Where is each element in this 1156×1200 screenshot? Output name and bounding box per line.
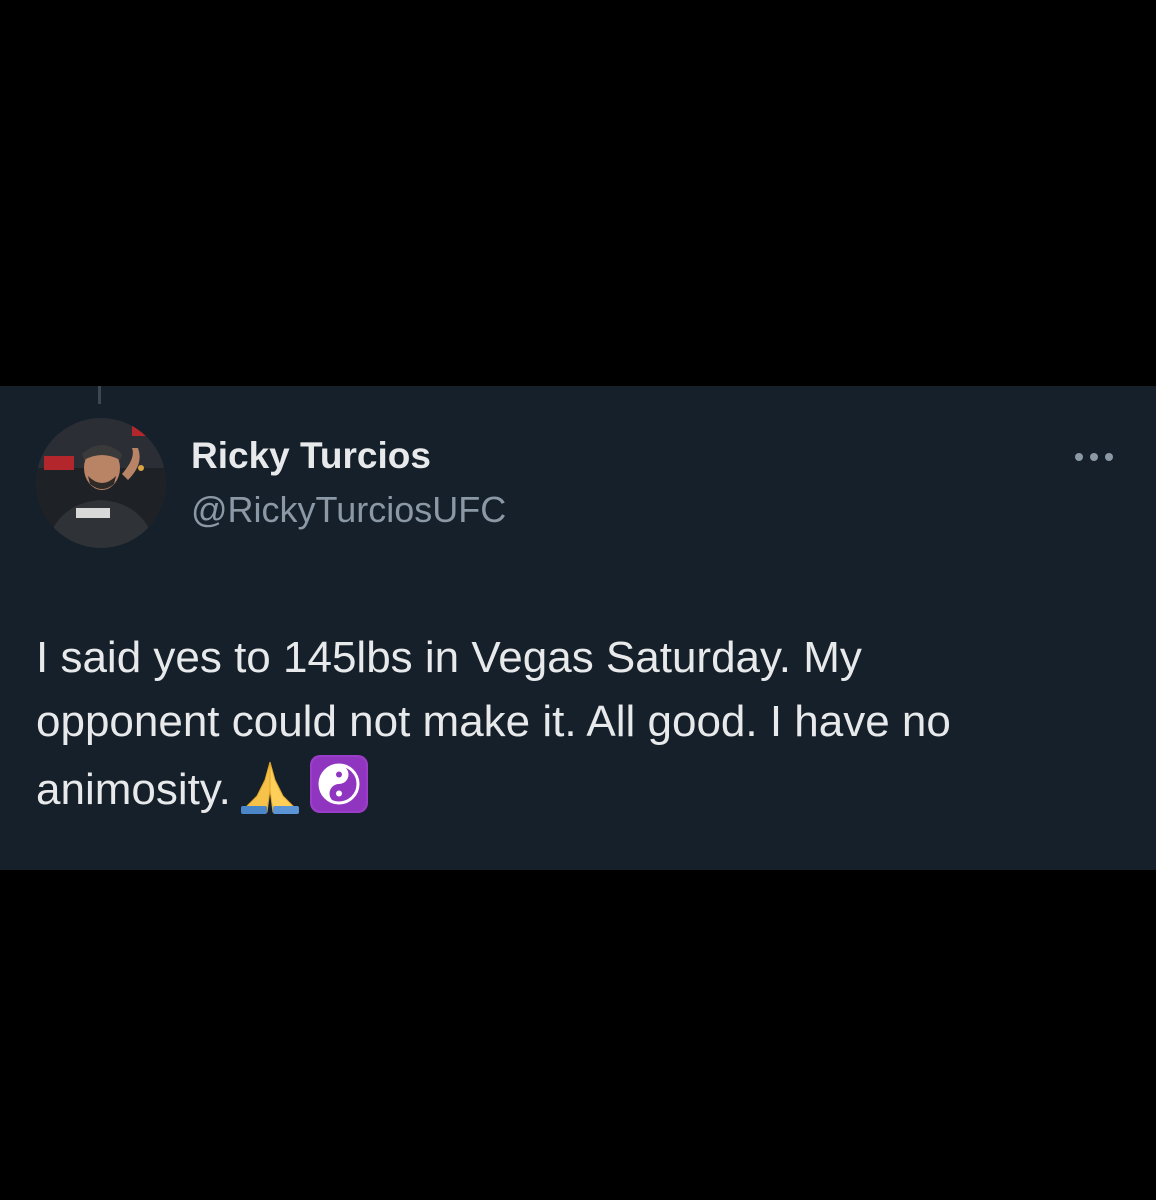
thread-connector-line [98,386,101,404]
folded-hands-icon [237,760,303,832]
username-handle[interactable]: @RickyTurciosUFC [191,486,506,534]
yin-yang-icon [309,754,369,832]
more-options-button[interactable] [1068,440,1120,474]
tweet-text: I said yes to 145lbs in Vegas Saturday. … [36,626,1120,832]
tweet-text-line: I said yes to 145lbs in Vegas Saturday. … [36,633,862,682]
avatar-photo [36,418,166,548]
more-dot-icon [1090,453,1098,461]
screenshot-page: Ricky Turcios @RickyTurciosUFC I said ye… [0,0,1156,1200]
more-dot-icon [1075,453,1083,461]
tweet-text-line: opponent could not make it. All good. I … [36,697,951,746]
tweet-text-line: animosity. [36,765,231,814]
display-name[interactable]: Ricky Turcios [191,432,431,480]
tweet-text-line-last: animosity. [36,754,1120,832]
more-dot-icon [1105,453,1113,461]
avatar[interactable] [36,418,166,548]
